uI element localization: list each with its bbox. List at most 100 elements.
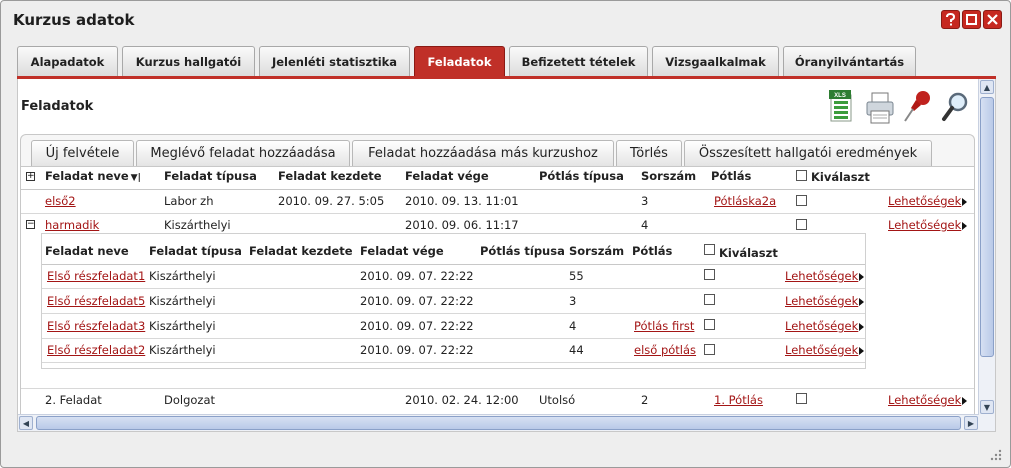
tab-basic-data[interactable]: Alapadatok [17,46,118,76]
sub-col-header-name[interactable]: Feladat neve [45,244,129,258]
sub-col-header-end[interactable]: Feladat vége [360,244,444,258]
maximize-button[interactable] [962,10,981,29]
col-header-order[interactable]: Sorszám [641,169,696,183]
subtask-options-menu[interactable]: Lehetőségek [785,319,865,333]
sub-col-header-order[interactable]: Sorszám [569,244,624,258]
subtask-retake-link[interactable]: Pótlás first [634,319,694,333]
task-start: 2010. 09. 27. 5:05 [278,194,385,208]
window-controls [941,10,1002,29]
submenu-arrow-icon [962,221,968,230]
help-button[interactable] [941,10,960,29]
delete-button[interactable]: Törlés [616,140,682,166]
col-header-select: Kiválaszt [811,170,870,184]
horizontal-scroll-thumb[interactable] [36,416,961,430]
horizontal-scrollbar[interactable]: ◀ ▶ [18,414,979,431]
scroll-right-icon[interactable]: ▶ [964,416,978,430]
svg-text:XLS: XLS [834,93,846,99]
pin-icon[interactable] [902,87,934,127]
close-icon [987,14,998,25]
tab-course-students[interactable]: Kurzus hallgatói [122,46,255,76]
subtask-order: 55 [569,269,584,283]
row-divider [21,213,974,214]
subtask-type: Kiszárthelyi [149,319,216,333]
grid-toolbar: Új felvétele Meglévő feladat hozzáadása … [20,134,975,167]
sub-col-header-retake[interactable]: Pótlás [632,244,672,258]
vertical-scroll-thumb[interactable] [980,97,994,357]
tab-class-register[interactable]: Óranyilvántartás [783,46,916,76]
task-end: 2010. 09. 13. 11:01 [405,194,519,208]
subtask-select-checkbox[interactable] [704,294,715,305]
sub-col-header-select: Kiválaszt [719,246,778,260]
scroll-up-icon[interactable]: ▲ [980,80,994,94]
subtask-end: 2010. 09. 07. 22:22 [360,294,474,308]
subtask-end: 2010. 09. 07. 22:22 [360,343,474,357]
header-divider [21,189,974,190]
subtask-name-link[interactable]: Első részfeladat3 [47,319,145,333]
subtask-select-checkbox[interactable] [704,344,715,355]
tab-tasks[interactable]: Feladatok [414,46,505,76]
tab-bar: Alapadatok Kurzus hallgatói Jelenléti st… [17,46,1010,78]
subtask-name-link[interactable]: Első részfeladat1 [47,269,145,283]
sub-select-all-checkbox[interactable] [704,244,715,255]
subtask-name-link[interactable]: Első részfeladat2 [47,343,145,357]
task-name-link[interactable]: 2. Feladat [45,393,102,407]
scroll-left-icon[interactable]: ◀ [19,416,33,430]
row-select-checkbox[interactable] [796,195,807,206]
print-icon[interactable] [864,87,896,127]
scroll-down-icon[interactable]: ▼ [980,400,994,414]
row-select-checkbox[interactable] [796,393,807,404]
options-menu[interactable]: Lehetőségek [888,194,968,208]
add-task-other-course-button[interactable]: Feladat hozzáadása más kurzushoz [352,140,614,166]
subtask-options-menu[interactable]: Lehetőségek [785,294,865,308]
task-name-link[interactable]: harmadik [45,218,99,232]
summary-results-button[interactable]: Összesített hallgatói eredmények [684,140,932,166]
search-icon[interactable] [940,87,972,127]
expand-all-icon[interactable]: + [26,172,35,181]
sub-col-header-type[interactable]: Feladat típusa [149,244,242,258]
options-menu[interactable]: Lehetőségek [888,218,968,232]
task-retake-link[interactable]: Pótláska2a [714,194,776,208]
subtask-name-link[interactable]: Első részfeladat5 [47,294,145,308]
collapse-row-icon[interactable]: − [26,220,35,229]
resize-grip-icon[interactable] [990,449,1002,461]
task-retake-link[interactable]: 1. Pótlás [714,393,763,407]
task-name-link[interactable]: első2 [45,194,76,208]
tab-exam-occasions[interactable]: Vizsgaalkalmak [652,46,779,76]
row-select-checkbox[interactable] [796,219,807,230]
subtask-options-menu[interactable]: Lehetőségek [785,343,865,357]
subtask-order: 44 [569,343,584,357]
subtask-select-checkbox[interactable] [704,269,715,280]
scroll-corner [979,415,995,431]
subtask-options-menu[interactable]: Lehetőségek [785,269,865,283]
subtask-select-checkbox[interactable] [704,319,715,330]
close-button[interactable] [983,10,1002,29]
sub-col-header-start[interactable]: Feladat kezdete [249,244,353,258]
tab-paid-items[interactable]: Befizetett tételek [509,46,648,76]
options-menu[interactable]: Lehetőségek [888,393,968,407]
col-header-end[interactable]: Feladat vége [405,169,489,183]
new-task-button[interactable]: Új felvétele [31,140,134,166]
vertical-scrollbar[interactable]: ▲ ▼ [978,79,995,415]
col-header-retake-type[interactable]: Pótlás típusa [539,169,624,183]
col-header-name[interactable]: Feladat neve ▼| [45,169,141,185]
task-order: 3 [641,194,649,208]
submenu-arrow-icon [859,297,865,306]
course-data-window: Kurzus adatok Alapadatok Kurzus hallgató… [0,0,1011,468]
excel-export-icon[interactable]: XLS [826,87,858,127]
subtask-retake-link[interactable]: első pótlás [634,343,696,357]
col-header-type[interactable]: Feladat típusa [164,169,257,183]
add-existing-task-button[interactable]: Meglévő feladat hozzáadása [136,140,350,166]
sub-col-header-retake-type[interactable]: Pótlás típusa [480,244,565,258]
select-all-checkbox[interactable] [796,170,807,181]
col-header-start[interactable]: Feladat kezdete [278,169,382,183]
col-header-retake[interactable]: Pótlás [711,169,751,183]
task-order: 4 [641,218,649,232]
subtask-end: 2010. 09. 07. 22:22 [360,269,474,283]
tasks-panel: Feladatok XLS Új felvétele Meglévő felad… [17,79,996,432]
sub-row-divider [42,338,865,339]
subtask-grid: Feladat neve Feladat típusa Feladat kezd… [41,233,866,369]
task-type: Kiszárthelyi [164,218,231,232]
help-icon [946,13,956,26]
task-order: 2 [641,393,649,407]
tab-attendance-stats[interactable]: Jelenléti statisztika [259,46,410,76]
